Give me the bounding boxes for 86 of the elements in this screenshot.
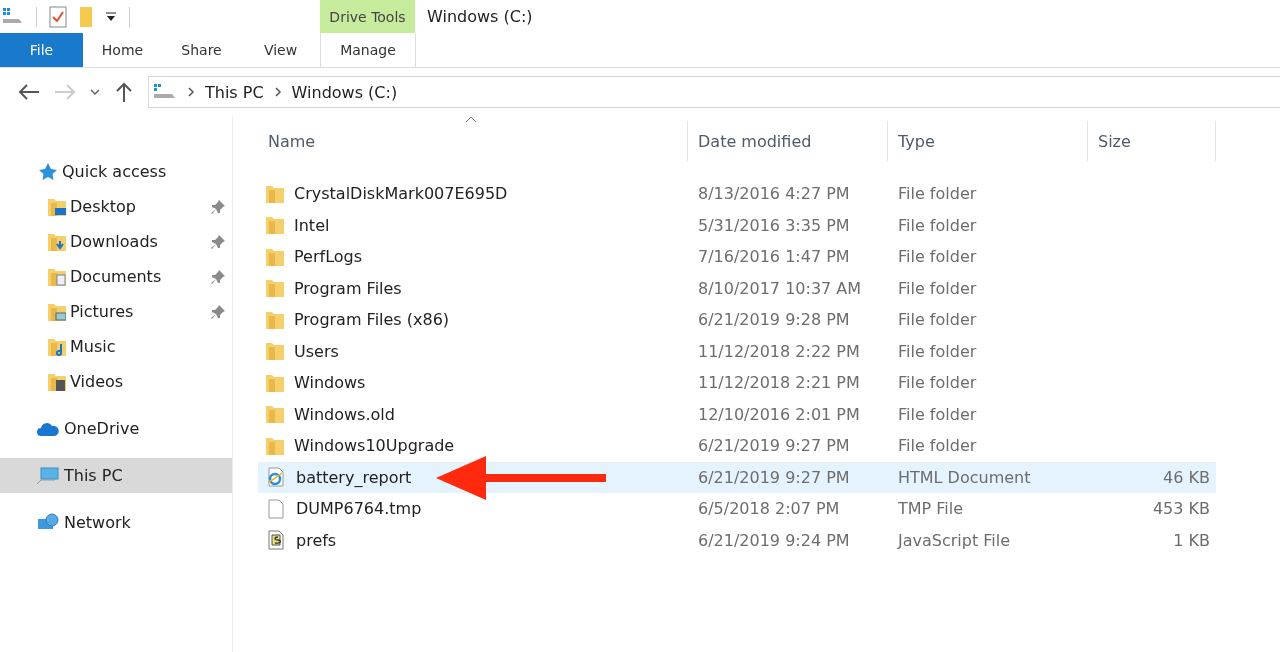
ribbon-tab[interactable]: Manage: [320, 33, 416, 67]
size-cell-text: 46 KB: [1162, 467, 1211, 487]
contextual-tab-label: Drive Tools: [320, 0, 415, 33]
type-cell-text: File folder: [897, 436, 978, 456]
type-cell-text: TMP File: [897, 499, 965, 519]
column-header[interactable]: Name: [258, 121, 688, 161]
script-file-icon: [266, 530, 286, 551]
file-row[interactable]: Windows 11/12/2018 2:21 PM File folder: [258, 367, 1216, 399]
file-row[interactable]: CrystalDiskMark007E695D 8/13/2016 4:27 PM File folder: [258, 178, 1216, 210]
type-cell-text: File folder: [897, 373, 978, 393]
file-row[interactable]: PerfLogs 7/16/2016 1:47 PM File folder: [258, 241, 1216, 273]
date-cell-text: 6/21/2019 9:24 PM: [697, 530, 851, 550]
file-name: Users: [294, 341, 339, 361]
drive-icon: [153, 83, 177, 101]
file-name: PerfLogs: [294, 247, 363, 267]
window-title: Windows (C:): [426, 6, 533, 28]
file-name: Program Files (x86): [294, 310, 450, 330]
type-cell-text: File folder: [897, 247, 978, 267]
file-name: Windows.old: [294, 404, 395, 424]
date-cell-text: 6/5/2018 2:07 PM: [697, 499, 841, 519]
type-cell-text: File folder: [897, 184, 978, 204]
file-row[interactable]: DUMP6764.tmp 6/5/2018 2:07 PM TMP File 453 KB: [258, 493, 1216, 525]
sidebar-item[interactable]: OneDrive: [0, 411, 232, 446]
file-name: CrystalDiskMark007E695D: [294, 184, 508, 204]
file-name: Program Files: [294, 278, 402, 298]
breadcrumb[interactable]: Windows (C:): [291, 82, 398, 102]
breadcrumb[interactable]: This PC: [205, 82, 264, 102]
sidebar-item[interactable]: Desktop: [0, 189, 232, 224]
column-header[interactable]: Size: [1088, 121, 1216, 161]
sidebar-item[interactable]: Network: [0, 505, 232, 540]
chevron-right-icon: [187, 87, 195, 97]
cloud-icon: [36, 420, 60, 437]
date-cell-text: 6/21/2019 9:27 PM: [697, 436, 851, 456]
file-name: Windows10Upgrade: [294, 436, 455, 456]
date-cell-text: 8/13/2016 4:27 PM: [697, 184, 851, 204]
ribbon-tab[interactable]: File: [0, 33, 83, 67]
file-name: Windows: [294, 373, 366, 393]
type-cell-text: JavaScript File: [896, 530, 1012, 550]
file-row[interactable]: battery_report 6/21/2019 9:27 PM HTML Document 46 KB: [258, 461, 1216, 493]
file-name: Intel: [294, 215, 330, 235]
file-row[interactable]: Windows.old 12/10/2016 2:01 PM File folder: [258, 398, 1216, 430]
sidebar-item[interactable]: Quick access: [0, 154, 232, 189]
column-header[interactable]: Date modified: [688, 121, 888, 161]
date-cell-text: 12/10/2016 2:01 PM: [697, 404, 861, 424]
sidebar-item[interactable]: Pictures: [0, 294, 232, 329]
file-row[interactable]: Intel 5/31/2016 3:35 PM File folder: [258, 209, 1216, 241]
file-row[interactable]: Program Files (x86) 6/21/2019 9:28 PM File folder: [258, 304, 1216, 336]
type-cell-text: File folder: [897, 310, 978, 330]
file-row[interactable]: Windows10Upgrade 6/21/2019 9:27 PM File folder: [258, 430, 1216, 462]
date-cell-text: 11/12/2018 2:21 PM: [697, 373, 861, 393]
dropdown-icon[interactable]: [105, 10, 117, 23]
back-arrow-icon[interactable]: [18, 83, 40, 101]
address-bar[interactable]: This PC Windows (C:): [148, 76, 1280, 108]
sidebar-item[interactable]: Documents: [0, 259, 232, 294]
file-name: battery_report: [296, 467, 412, 487]
date-cell-text: 6/21/2019 9:28 PM: [697, 310, 851, 330]
chevron-right-icon: [273, 87, 282, 97]
blank-file-icon: [266, 498, 286, 519]
computer-icon: [36, 465, 60, 486]
type-cell-text: File folder: [897, 341, 978, 361]
type-cell-text: File folder: [897, 278, 978, 298]
file-name: prefs: [296, 530, 337, 550]
type-cell-text: HTML Document: [897, 467, 1032, 487]
date-cell-text: 8/10/2017 10:37 AM: [697, 278, 863, 298]
file-row[interactable]: prefs 6/21/2019 9:24 PM JavaScript File 1 KB: [258, 524, 1216, 556]
up-arrow-icon[interactable]: [114, 81, 134, 103]
size-cell-text: 1 KB: [1172, 530, 1211, 550]
web-document-icon: [266, 467, 286, 488]
sidebar-item[interactable]: Downloads: [0, 224, 232, 259]
file-row[interactable]: Users 11/12/2018 2:22 PM File folder: [258, 335, 1216, 367]
date-cell-text: 6/21/2019 9:27 PM: [697, 467, 851, 487]
sidebar-item[interactable]: This PC: [0, 458, 232, 493]
properties-icon[interactable]: [49, 5, 67, 28]
type-cell-text: File folder: [897, 404, 978, 424]
column-header[interactable]: Type: [888, 121, 1088, 161]
date-cell-text: 5/31/2016 3:35 PM: [697, 215, 851, 235]
sidebar-item[interactable]: Music: [0, 329, 232, 364]
sidebar-item[interactable]: Videos: [0, 364, 232, 399]
date-cell-text: 7/16/2016 1:47 PM: [697, 247, 851, 267]
size-cell-text: 453 KB: [1151, 499, 1211, 519]
file-name: DUMP6764.tmp: [296, 499, 422, 519]
chevron-down-icon[interactable]: [90, 88, 100, 96]
sort-caret-icon: [465, 116, 477, 123]
file-row[interactable]: Program Files 8/10/2017 10:37 AM File folder: [258, 272, 1216, 304]
date-cell-text: 11/12/2018 2:22 PM: [697, 341, 861, 361]
type-cell-text: File folder: [897, 215, 978, 235]
